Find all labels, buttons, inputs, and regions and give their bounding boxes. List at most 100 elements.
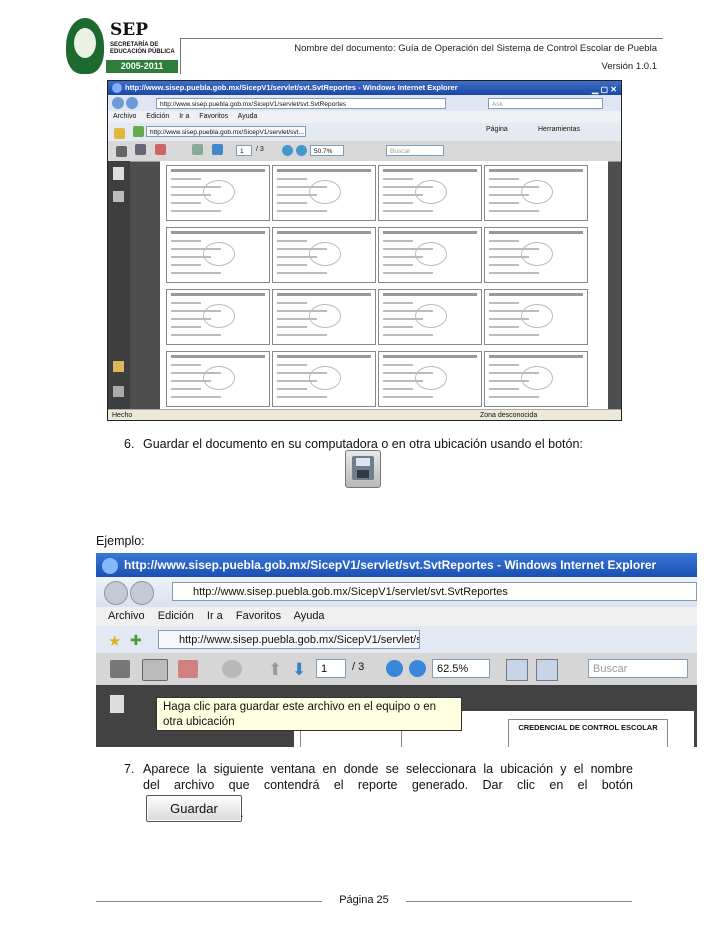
address-input-2[interactable]: http://www.sisep.puebla.gob.mx/SicepV1/s…	[172, 582, 697, 601]
status-done: Hecho	[112, 412, 133, 419]
search-input[interactable]: Ask	[488, 98, 603, 109]
credential-card-thumbnail	[272, 165, 376, 221]
card-line	[277, 302, 307, 304]
pdf-toolbar: 1 / 3 50.7% Buscar	[108, 141, 621, 162]
seal-watermark-icon	[309, 304, 341, 328]
forward-icon-2[interactable]	[130, 581, 154, 605]
bookmarks-icon[interactable]	[113, 191, 124, 202]
menu-favoritos-2[interactable]: Favoritos	[236, 610, 281, 622]
forward-icon[interactable]	[126, 97, 138, 109]
up-arrow-icon[interactable]	[192, 144, 204, 156]
menu-archivo[interactable]: Archivo	[113, 113, 136, 120]
logo-line-2: EDUCACIÓN PÚBLICA	[110, 49, 175, 55]
comments-icon[interactable]	[113, 361, 124, 372]
logo-sep-text: SEP	[110, 20, 149, 40]
page-menu-label: Página	[486, 126, 508, 133]
tab-reportes[interactable]: http://www.sisep.puebla.gob.mx/SicepV1/s…	[146, 126, 306, 137]
step-7-period: .	[240, 806, 244, 820]
add-favorite-icon[interactable]	[133, 126, 145, 138]
card-line	[489, 396, 539, 398]
fit-page-icon[interactable]	[506, 659, 528, 681]
attach-icon[interactable]	[154, 144, 166, 156]
up-arrow-icon-2[interactable]: ⬆	[268, 660, 282, 680]
tab-reportes-2[interactable]: http://www.sisep.puebla.gob.mx/SicepV1/s…	[158, 630, 420, 649]
favorites-star-icon-2[interactable]: ★	[108, 632, 121, 650]
card-line	[383, 272, 433, 274]
card-line	[171, 334, 221, 336]
menu-bar: Archivo Edición Ir a Favoritos Ayuda	[108, 111, 621, 123]
favorites-star-icon[interactable]	[114, 127, 125, 139]
card-heading-bar	[383, 355, 477, 358]
tools-menu[interactable]: Herramientas	[538, 126, 580, 133]
card-line	[489, 178, 519, 180]
card-line	[383, 388, 413, 390]
footer-rule-right	[406, 901, 632, 902]
back-icon[interactable]	[112, 97, 124, 109]
logo-line-1: SECRETARÍA DE	[110, 42, 159, 48]
print-icon-2[interactable]	[110, 660, 130, 678]
seal-watermark-icon	[415, 242, 447, 266]
menu-ir-a[interactable]: Ir a	[179, 113, 189, 120]
card-line	[489, 388, 519, 390]
page-number-input[interactable]: 1	[236, 145, 252, 156]
card-line	[171, 240, 201, 242]
address-input[interactable]: http://www.sisep.puebla.gob.mx/SicepV1/s…	[156, 98, 446, 109]
zoom-in-icon[interactable]	[296, 145, 307, 156]
card-line	[277, 240, 307, 242]
page-number-input-2[interactable]: 1	[316, 659, 346, 678]
address-bar-row-2: http://www.sisep.puebla.gob.mx/SicepV1/s…	[96, 577, 697, 607]
card-line	[383, 396, 433, 398]
find-input-2[interactable]: Buscar	[588, 659, 688, 678]
menu-edicion[interactable]: Edición	[146, 113, 169, 120]
menu-ayuda[interactable]: Ayuda	[238, 113, 258, 120]
menu-favoritos[interactable]: Favoritos	[199, 113, 228, 120]
hand-tool-icon[interactable]	[222, 660, 242, 678]
zoom-select-2[interactable]: 62.5%	[432, 659, 490, 678]
window-title: http://www.sisep.puebla.gob.mx/SicepV1/s…	[125, 83, 458, 92]
credential-card-thumbnail	[272, 351, 376, 407]
menu-edicion-2[interactable]: Edición	[158, 610, 194, 622]
menu-ayuda-2[interactable]: Ayuda	[294, 610, 325, 622]
card-line	[171, 210, 221, 212]
floppy-disk-icon	[352, 456, 374, 480]
card-line	[489, 240, 519, 242]
fit-width-icon[interactable]	[536, 659, 558, 681]
back-icon-2[interactable]	[104, 581, 128, 605]
save-icon[interactable]	[135, 144, 147, 156]
pages-panel-icon[interactable]	[113, 167, 124, 180]
pages-panel-icon-2[interactable]	[110, 695, 124, 713]
down-arrow-icon[interactable]	[211, 144, 223, 156]
zoom-out-icon-2[interactable]	[386, 660, 403, 677]
menu-ir-a-2[interactable]: Ir a	[207, 610, 223, 622]
card-line	[277, 388, 307, 390]
attachments-icon[interactable]	[113, 386, 124, 397]
save-icon-2[interactable]	[142, 659, 168, 681]
credential-card-thumbnail	[378, 289, 482, 345]
card-line	[171, 302, 201, 304]
card-heading-bar	[171, 293, 265, 296]
attach-icon-2[interactable]	[178, 660, 198, 678]
find-input[interactable]: Buscar	[386, 145, 444, 156]
print-icon[interactable]	[116, 146, 127, 158]
save-tooltip: Haga clic para guardar este archivo en e…	[156, 697, 462, 731]
page-total-2: / 3	[352, 661, 365, 673]
credential-card-thumbnail	[272, 289, 376, 345]
card-line	[171, 388, 201, 390]
menu-archivo-2[interactable]: Archivo	[108, 610, 145, 622]
zoom-select[interactable]: 50.7%	[310, 145, 344, 156]
browser-screenshot-2: http://www.sisep.puebla.gob.mx/SicepV1/s…	[96, 553, 697, 747]
add-favorite-icon-2[interactable]: ✚	[130, 632, 142, 649]
zoom-in-icon-2[interactable]	[409, 660, 426, 677]
down-arrow-icon-2[interactable]: ⬇	[292, 660, 306, 680]
card-line	[277, 334, 327, 336]
guardar-button-image: Guardar	[146, 795, 242, 822]
tab-label-2: http://www.sisep.puebla.gob.mx/SicepV1/s…	[179, 634, 420, 646]
zoom-out-icon[interactable]	[282, 145, 293, 156]
tools-menu-label: Herramientas	[538, 126, 581, 133]
card-line	[277, 364, 307, 366]
credential-card-thumbnail	[378, 165, 482, 221]
seal-watermark-icon	[521, 304, 553, 328]
card-line	[489, 326, 519, 328]
page-menu[interactable]: Página	[486, 126, 508, 133]
credential-card-thumbnail	[378, 227, 482, 283]
